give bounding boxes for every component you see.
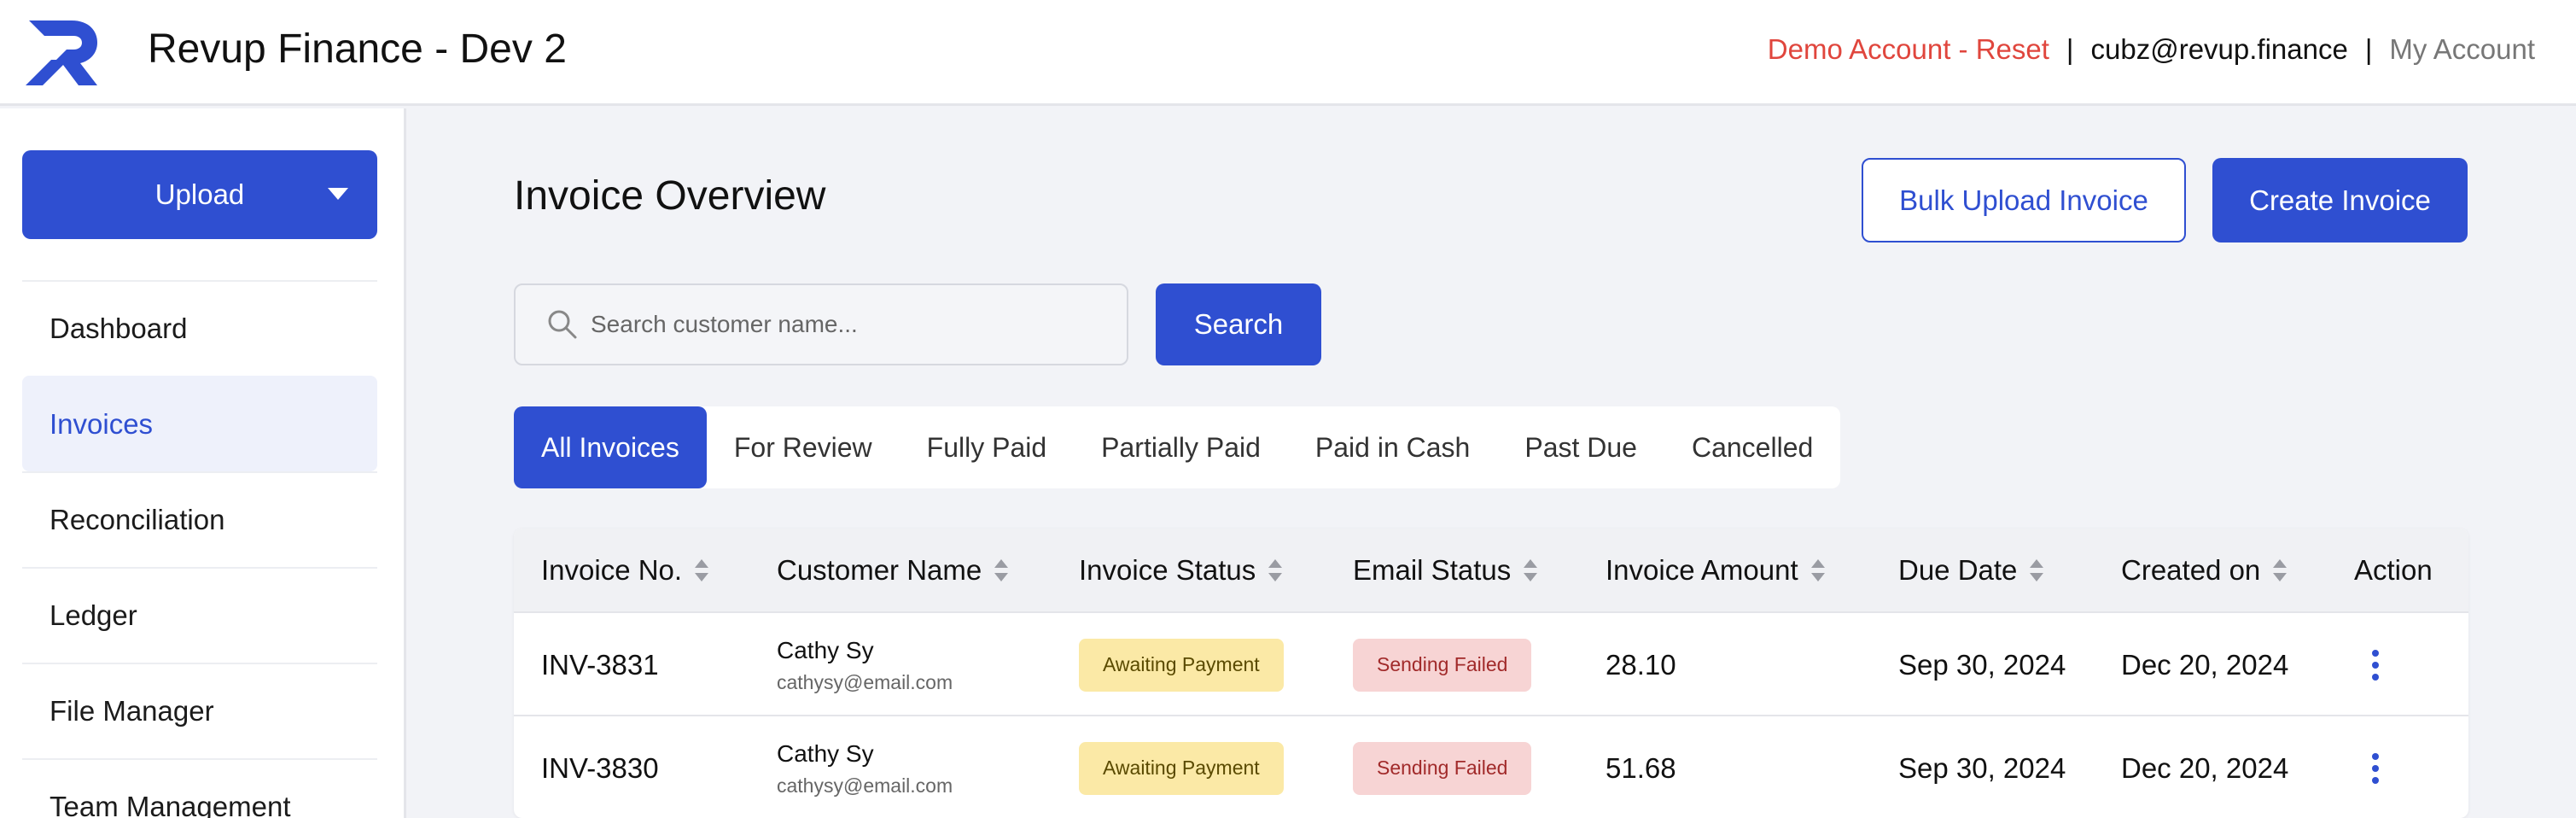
column-header-email-status[interactable]: Email Status — [1353, 529, 1538, 611]
sidebar: Upload Dashboard Invoices Reconciliation… — [0, 108, 406, 818]
app-title: Revup Finance - Dev 2 — [148, 26, 567, 72]
table-row[interactable]: INV-3831 Cathy Sy cathysy@email.com Awai… — [514, 611, 2468, 715]
column-label: Customer Name — [777, 553, 982, 586]
sidebar-item-invoices[interactable]: Invoices — [22, 376, 377, 471]
table-row[interactable]: INV-3830 Cathy Sy cathysy@email.com Awai… — [514, 715, 2468, 818]
customer-email: cathysy@email.com — [777, 670, 953, 693]
more-vertical-icon[interactable] — [2371, 649, 2380, 681]
email-status-cell: Sending Failed — [1353, 613, 1532, 716]
tab-for-review[interactable]: For Review — [707, 406, 900, 488]
action-cell — [2354, 613, 2380, 716]
invoice-status-badge: Awaiting Payment — [1079, 741, 1284, 795]
invoice-status-cell: Awaiting Payment — [1079, 613, 1284, 716]
search-icon — [548, 310, 577, 339]
header-account-links: Demo Account - Reset | cubz@revup.financ… — [1768, 31, 2535, 68]
sort-icon[interactable] — [1523, 558, 1538, 583]
top-header: Revup Finance - Dev 2 Demo Account - Res… — [0, 0, 2576, 106]
email-status-cell: Sending Failed — [1353, 716, 1532, 818]
customer-name: Cathy Sy — [777, 739, 874, 767]
due-date: Sep 30, 2024 — [1898, 751, 2066, 784]
my-account-link[interactable]: My Account — [2389, 31, 2535, 68]
column-label: Created on — [2121, 553, 2261, 586]
column-label: Invoice No. — [541, 553, 683, 586]
search-input[interactable] — [591, 311, 1103, 338]
page-title: Invoice Overview — [514, 173, 826, 219]
email-status-badge: Sending Failed — [1353, 741, 1532, 795]
bulk-upload-invoice-button[interactable]: Bulk Upload Invoice — [1862, 158, 2186, 242]
sidebar-item-label: Invoices — [50, 408, 154, 440]
customer-email: cathysy@email.com — [777, 774, 953, 797]
demo-account-reset-link[interactable]: Demo Account - Reset — [1768, 31, 2049, 68]
upload-button-label: Upload — [154, 178, 245, 210]
sidebar-item-file-manager[interactable]: File Manager — [22, 663, 377, 758]
sort-icon[interactable] — [2029, 558, 2044, 583]
sidebar-item-reconciliation[interactable]: Reconciliation — [22, 471, 377, 567]
invoice-status-cell: Awaiting Payment — [1079, 716, 1284, 818]
separator: | — [2364, 33, 2373, 65]
column-label: Invoice Status — [1079, 553, 1256, 586]
sort-icon[interactable] — [1810, 558, 1826, 583]
column-header-created-on[interactable]: Created on — [2121, 529, 2288, 611]
tab-past-due[interactable]: Past Due — [1497, 406, 1664, 488]
search-box — [514, 283, 1128, 365]
column-label: Due Date — [1898, 553, 2018, 586]
search-button[interactable]: Search — [1156, 283, 1321, 365]
invoice-amount: 28.10 — [1606, 648, 1676, 681]
separator: | — [2066, 33, 2074, 65]
action-cell — [2354, 716, 2380, 818]
created-on: Dec 20, 2024 — [2121, 648, 2289, 681]
invoice-status-badge: Awaiting Payment — [1079, 638, 1284, 692]
customer-cell: Cathy Sy cathysy@email.com — [777, 716, 953, 818]
tab-paid-in-cash[interactable]: Paid in Cash — [1288, 406, 1497, 488]
column-header-invoice-status[interactable]: Invoice Status — [1079, 529, 1283, 611]
more-vertical-icon[interactable] — [2371, 752, 2380, 784]
user-email: cubz@revup.finance — [2090, 33, 2348, 65]
created-on: Dec 20, 2024 — [2121, 751, 2289, 784]
column-header-invoice-amount[interactable]: Invoice Amount — [1606, 529, 1826, 611]
sidebar-item-team-management[interactable]: Team Management — [22, 758, 377, 818]
sidebar-item-label: File Manager — [50, 695, 214, 727]
table-header: Invoice No. Customer Name Invoice Status… — [514, 529, 2468, 611]
sidebar-item-label: Reconciliation — [50, 504, 225, 535]
column-header-customer-name[interactable]: Customer Name — [777, 529, 1009, 611]
tab-fully-paid[interactable]: Fully Paid — [900, 406, 1075, 488]
sidebar-item-label: Dashboard — [50, 313, 188, 344]
due-date: Sep 30, 2024 — [1898, 648, 2066, 681]
column-header-due-date[interactable]: Due Date — [1898, 529, 2044, 611]
tab-cancelled[interactable]: Cancelled — [1664, 406, 1840, 488]
customer-name: Cathy Sy — [777, 636, 874, 663]
invoice-number[interactable]: INV-3831 — [541, 613, 659, 716]
column-header-action: Action — [2354, 529, 2433, 611]
email-status-badge: Sending Failed — [1353, 638, 1532, 692]
invoice-table: Invoice No. Customer Name Invoice Status… — [514, 529, 2468, 818]
sort-icon[interactable] — [1268, 558, 1283, 583]
sort-icon[interactable] — [2272, 558, 2288, 583]
column-header-invoice-no[interactable]: Invoice No. — [541, 529, 709, 611]
sidebar-item-ledger[interactable]: Ledger — [22, 567, 377, 663]
column-label: Email Status — [1353, 553, 1512, 586]
sidebar-item-label: Team Management — [50, 791, 291, 818]
invoice-number[interactable]: INV-3830 — [541, 716, 659, 818]
sidebar-item-label: Ledger — [50, 599, 137, 631]
create-invoice-button[interactable]: Create Invoice — [2212, 158, 2468, 242]
tab-partially-paid[interactable]: Partially Paid — [1074, 406, 1288, 488]
invoice-amount: 51.68 — [1606, 751, 1676, 784]
upload-button[interactable]: Upload — [22, 150, 377, 239]
revup-logo[interactable] — [22, 12, 104, 91]
column-label: Action — [2354, 553, 2433, 586]
tab-all-invoices[interactable]: All Invoices — [514, 406, 707, 488]
sidebar-item-dashboard[interactable]: Dashboard — [22, 280, 377, 376]
sort-icon[interactable] — [694, 558, 709, 583]
sidebar-nav: Dashboard Invoices Reconciliation Ledger… — [22, 280, 377, 818]
customer-cell: Cathy Sy cathysy@email.com — [777, 613, 953, 716]
caret-down-icon[interactable] — [328, 188, 348, 200]
column-label: Invoice Amount — [1606, 553, 1798, 586]
sort-icon[interactable] — [994, 558, 1009, 583]
invoice-filter-tabs: All Invoices For Review Fully Paid Parti… — [514, 406, 1841, 488]
